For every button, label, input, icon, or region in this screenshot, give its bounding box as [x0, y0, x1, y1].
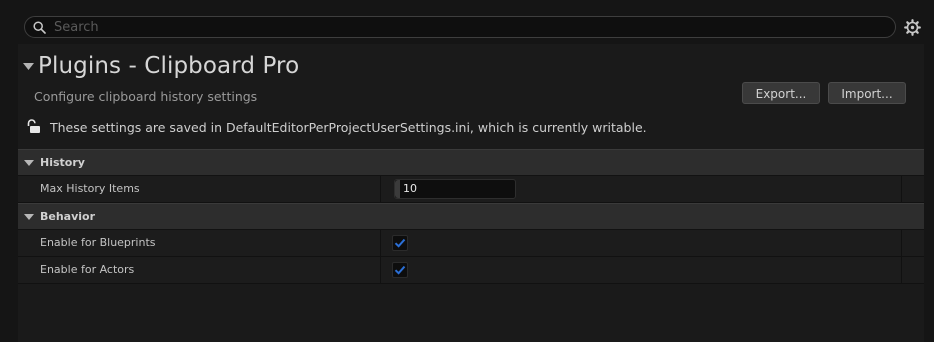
enable-for-actors-checkbox[interactable] [392, 262, 408, 278]
property-label: Max History Items [40, 182, 140, 195]
column-divider[interactable] [380, 230, 381, 256]
export-button[interactable]: Export... [742, 82, 820, 104]
column-divider [901, 176, 902, 202]
checkmark-icon [394, 265, 406, 275]
search-icon [33, 20, 46, 34]
triangle-down-icon [24, 214, 34, 220]
property-label: Enable for Blueprints [40, 236, 156, 249]
property-row-enable-for-blueprints: Enable for Blueprints [18, 230, 924, 257]
page-subtitle: Configure clipboard history settings [34, 89, 258, 104]
search-bar[interactable] [24, 16, 896, 38]
search-input[interactable] [46, 19, 895, 35]
max-history-items-field[interactable]: 10 [394, 179, 516, 199]
numeric-drag-handle[interactable] [395, 180, 400, 198]
column-divider [901, 230, 902, 256]
enable-for-blueprints-checkbox[interactable] [392, 235, 408, 251]
category-label: Behavior [40, 210, 96, 223]
triangle-down-icon [24, 160, 34, 166]
property-label: Enable for Actors [40, 263, 135, 276]
config-file-note: These settings are saved in DefaultEdito… [50, 120, 647, 135]
column-divider[interactable] [380, 257, 381, 283]
category-behavior[interactable]: Behavior [18, 203, 924, 230]
checkmark-icon [394, 238, 406, 248]
page-title: Plugins - Clipboard Pro [38, 53, 300, 79]
max-history-items-value[interactable]: 10 [403, 182, 417, 195]
category-history[interactable]: History [18, 149, 924, 176]
category-label: History [40, 156, 85, 169]
gear-icon[interactable] [904, 19, 921, 36]
column-divider[interactable] [380, 176, 381, 202]
collapse-section-icon[interactable] [23, 63, 34, 71]
property-row-max-history-items: Max History Items 10 [18, 176, 924, 203]
column-divider [901, 257, 902, 283]
property-row-enable-for-actors: Enable for Actors [18, 257, 924, 284]
unlocked-padlock-icon [27, 119, 40, 133]
import-button[interactable]: Import... [828, 82, 906, 104]
